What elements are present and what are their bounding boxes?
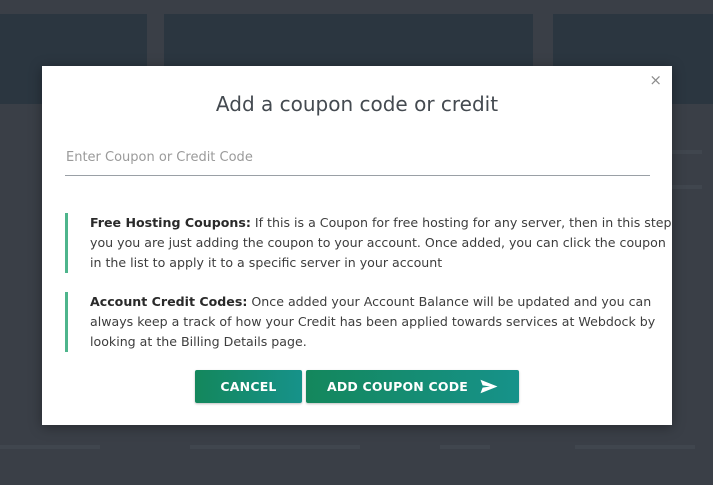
background-text [0,445,100,449]
background-text [440,445,490,449]
background-text [672,185,702,189]
add-coupon-code-button[interactable]: ADD COUPON CODE [306,370,519,403]
free-hosting-note: Free Hosting Coupons: If this is a Coupo… [65,213,672,273]
coupon-code-input[interactable] [65,139,650,176]
cancel-button-label: CANCEL [220,379,277,394]
modal-title: Add a coupon code or credit [215,92,499,116]
background-text [672,150,702,154]
background-text [575,445,695,449]
send-icon [480,379,498,394]
note-heading: Free Hosting Coupons: [90,215,251,230]
cancel-button[interactable]: CANCEL [195,370,302,403]
background-text [190,445,360,449]
add-button-label: ADD COUPON CODE [326,379,469,394]
close-icon[interactable]: × [649,71,662,89]
account-credit-note: Account Credit Codes: Once added your Ac… [65,292,672,352]
note-heading: Account Credit Codes: [90,294,248,309]
coupon-modal: × Add a coupon code or credit Free Hosti… [42,66,672,425]
